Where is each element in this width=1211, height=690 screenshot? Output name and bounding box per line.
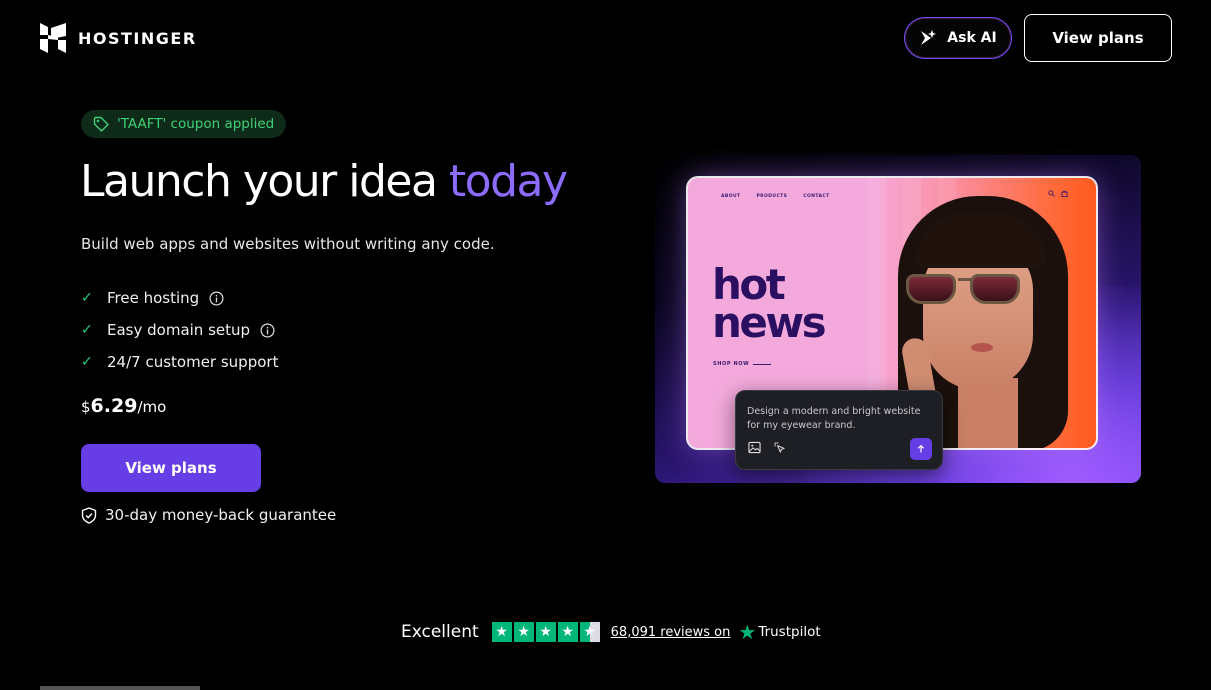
portrait-bangs	[916, 213, 1046, 268]
trustpilot-brand: Trustpilot	[758, 624, 821, 640]
money-back-guarantee: 30-day money-back guarantee	[81, 506, 336, 524]
feature-item: ✓ Free hosting	[81, 282, 278, 314]
trustpilot-bar: Excellent ★ ★ ★ ★ ★ 68,091 reviews on ★ …	[401, 622, 821, 642]
feature-label: Easy domain setup	[107, 321, 251, 339]
headline-main: Launch your idea	[80, 156, 449, 207]
feature-label: Free hosting	[107, 289, 200, 307]
arrow-right-icon	[753, 363, 772, 365]
sparkle-icon	[921, 30, 937, 45]
brand-name: HOSTINGER	[78, 28, 197, 48]
guarantee-text: 30-day money-back guarantee	[105, 506, 337, 524]
feature-item: ✓ 24/7 customer support	[81, 346, 278, 378]
price-amount: 6.29	[90, 395, 138, 417]
info-icon[interactable]	[260, 323, 275, 338]
price-period: /mo	[137, 398, 167, 416]
check-icon: ✓	[81, 354, 93, 370]
feature-list: ✓ Free hosting ✓ Easy domain setup ✓ 24/…	[81, 282, 278, 378]
hostinger-logo-icon	[40, 23, 66, 53]
hero-subtitle: Build web apps and websites without writ…	[81, 235, 495, 253]
ask-ai-button[interactable]: Ask AI	[904, 17, 1012, 59]
headline-accent: today	[448, 156, 568, 207]
coupon-text: 'TAAFT' coupon applied	[117, 116, 275, 132]
feature-item: ✓ Easy domain setup	[81, 314, 278, 346]
brand-logo[interactable]: HOSTINGER	[40, 23, 197, 53]
page-title: Launch your idea today	[80, 156, 568, 207]
check-icon: ✓	[81, 322, 93, 338]
arrow-up-icon	[917, 444, 925, 453]
bag-icon	[1061, 190, 1068, 197]
info-icon[interactable]	[209, 291, 224, 306]
price-currency: $	[81, 398, 91, 416]
price: $6.29/mo	[81, 395, 166, 417]
mockup-nav: ABOUT PRODUCTS CONTACT	[721, 194, 830, 199]
portrait-lips	[971, 343, 993, 352]
star-icon: ★	[557, 622, 578, 642]
mockup-nav-item: ABOUT	[721, 194, 741, 199]
mockup-shop-now: SHOP NOW	[713, 361, 772, 367]
star-icon: ★	[535, 622, 556, 642]
rating-word: Excellent	[401, 622, 479, 642]
view-plans-button[interactable]: View plans	[81, 444, 261, 492]
sunglasses-right-lens	[970, 274, 1020, 304]
ai-prompt-box: Design a modern and bright website for m…	[735, 390, 943, 470]
send-button[interactable]	[910, 438, 932, 460]
half-star-icon: ★	[579, 622, 600, 642]
sunglasses-bridge	[958, 278, 972, 281]
trustpilot-star-icon: ★	[738, 620, 757, 644]
mockup-nav-item: CONTACT	[803, 194, 830, 199]
tag-icon	[93, 116, 109, 132]
mockup-nav-item: PRODUCTS	[756, 194, 788, 199]
view-plans-header-button[interactable]: View plans	[1024, 14, 1172, 62]
shield-check-icon	[81, 506, 97, 524]
image-icon	[748, 441, 761, 454]
feature-label: 24/7 customer support	[107, 353, 279, 371]
mockup-icons	[1048, 190, 1068, 197]
star-icon: ★	[491, 622, 512, 642]
horizontal-scrollbar[interactable]	[40, 686, 200, 690]
prompt-tools	[748, 441, 786, 454]
mockup-title-line2: news	[712, 298, 827, 347]
coupon-badge: 'TAAFT' coupon applied	[81, 110, 287, 138]
mockup-shop-now-label: SHOP NOW	[713, 361, 750, 367]
search-icon	[1048, 190, 1055, 197]
check-icon: ✓	[81, 290, 93, 306]
star-rating: ★ ★ ★ ★ ★	[491, 622, 600, 642]
sunglasses-left-lens	[906, 274, 956, 304]
star-icon: ★	[513, 622, 534, 642]
mockup-headline: hot news	[712, 264, 827, 347]
prompt-text: Design a modern and bright website for m…	[747, 406, 921, 431]
ask-ai-label: Ask AI	[947, 30, 997, 46]
trustpilot-logo[interactable]: ★ Trustpilot	[738, 622, 820, 642]
reviews-link[interactable]: 68,091 reviews on	[611, 625, 731, 640]
cursor-click-icon	[773, 441, 785, 453]
